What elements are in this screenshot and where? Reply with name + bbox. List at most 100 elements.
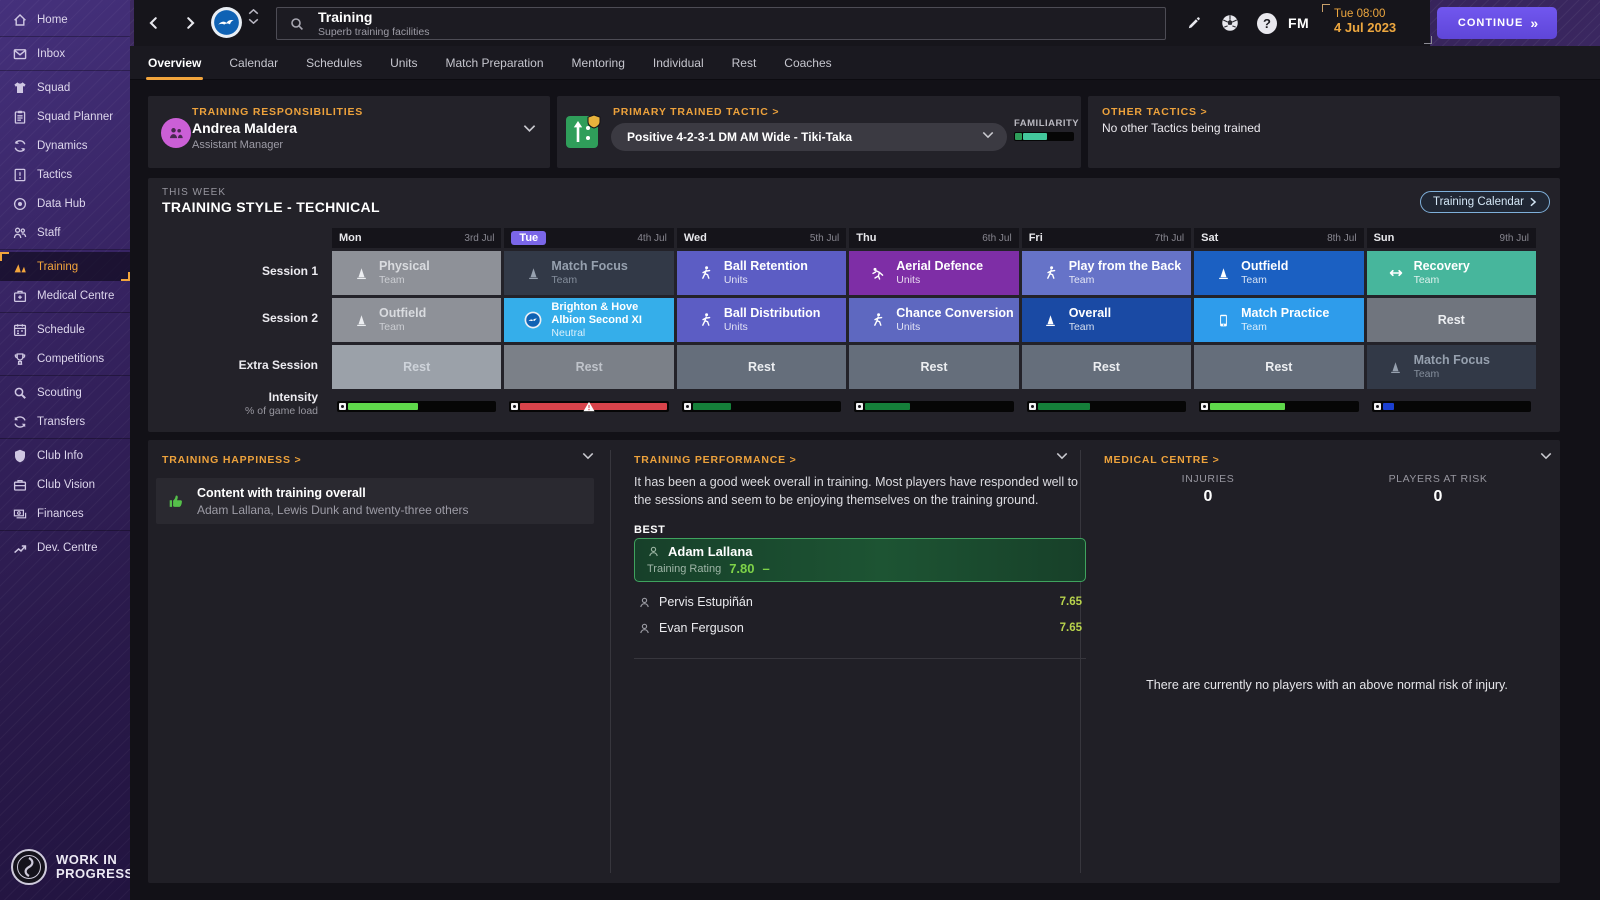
sidebar-item-staff[interactable]: Staff [0, 218, 130, 247]
sidebar-separator [0, 70, 130, 71]
intensity-sun [1367, 395, 1536, 417]
session-cell-sun-extra[interactable]: Match Focus Team [1366, 345, 1536, 389]
cones-icon [12, 259, 28, 275]
sidebar-item-squad[interactable]: Squad [0, 73, 130, 102]
dynamics-icon [12, 138, 28, 154]
tab-overview[interactable]: Overview [145, 56, 204, 80]
medical-centre-heading: MEDICAL CENTRE > [1104, 454, 1220, 466]
chevron-up-icon [248, 9, 259, 15]
sidebar-item-dev-centre[interactable]: Dev. Centre [0, 533, 130, 562]
rest-cell-mon-extra[interactable]: Rest [332, 345, 502, 389]
intensity-sat [1194, 395, 1363, 417]
tab-match-preparation[interactable]: Match Preparation [445, 56, 543, 70]
session-cell-fri-2[interactable]: Overall Team [1021, 298, 1192, 342]
sidebar-item-squad-planner[interactable]: Squad Planner [0, 102, 130, 131]
sidebar-item-label: Tactics [37, 168, 73, 181]
sidebar-item-medical-centre[interactable]: Medical Centre [0, 281, 130, 310]
day-header-tue: Tue 4th Jul [504, 228, 674, 248]
intensity-wed [677, 395, 846, 417]
sidebar-item-club-info[interactable]: Club Info [0, 441, 130, 470]
chevron-down-icon[interactable] [1540, 452, 1552, 460]
intensity-fri [1022, 395, 1191, 417]
session-cell-sun-1[interactable]: Recovery Team [1366, 251, 1536, 295]
sidebar-separator [0, 530, 130, 531]
sidebar-item-transfers[interactable]: Transfers [0, 407, 130, 436]
session-cell-wed-2[interactable]: Ball Distribution Units [676, 298, 847, 342]
edit-button[interactable] [1183, 13, 1203, 33]
session-cell-mon-2[interactable]: Outfield Team [332, 298, 502, 342]
tab-coaches[interactable]: Coaches [784, 56, 831, 70]
sidebar-item-finances[interactable]: Finances [0, 499, 130, 528]
magnifier-icon [12, 385, 28, 401]
day-header-fri: Fri 7th Jul [1021, 228, 1192, 248]
sidebar-item-inbox[interactable]: Inbox [0, 39, 130, 68]
sidebar-item-label: Scouting [37, 386, 82, 399]
performance-row[interactable]: Pervis Estupiñán 7.65 [634, 590, 1086, 614]
session-cell-thu-2[interactable]: Chance Conversion Units [849, 298, 1019, 342]
responsible-staff-role: Assistant Manager [192, 139, 284, 151]
load-icon [511, 402, 519, 410]
sidebar-item-scouting[interactable]: Scouting [0, 378, 130, 407]
continue-chevron-icon: » [1530, 15, 1538, 31]
training-happiness-heading: TRAINING HAPPINESS > [162, 454, 302, 466]
tab-mentoring[interactable]: Mentoring [572, 56, 625, 70]
help-button[interactable]: ? [1257, 12, 1277, 34]
match-cell-tue[interactable]: Brighton & Hove Albion Second XI Neutral [504, 298, 674, 342]
continue-button[interactable]: CONTINUE» [1437, 7, 1557, 39]
training-responsibilities-panel[interactable]: TRAINING RESPONSIBILITIES Andrea Maldera… [148, 96, 550, 168]
walking-player-icon [697, 265, 715, 281]
rest-cell-sun-2[interactable]: Rest [1366, 298, 1536, 342]
sidebar-item-label: Club Vision [37, 478, 95, 491]
rest-cell-thu-extra[interactable]: Rest [849, 345, 1019, 389]
tab-units[interactable]: Units [390, 56, 417, 70]
rest-cell-wed-extra[interactable]: Rest [676, 345, 847, 389]
chevron-down-icon[interactable] [582, 452, 594, 460]
sidebar-item-dynamics[interactable]: Dynamics [0, 131, 130, 160]
horizontal-divider [634, 658, 1086, 659]
session-cell-fri-1[interactable]: Play from the Back Team [1021, 251, 1192, 295]
session-cell-sat-1[interactable]: Outfield Team [1194, 251, 1364, 295]
sidebar-item-schedule[interactable]: Schedule [0, 315, 130, 344]
tactic-dropdown[interactable]: Positive 4-2-3-1 DM AM Wide - Tiki-Taka [611, 123, 1007, 151]
back-button[interactable] [144, 13, 164, 33]
rest-cell-sat-extra[interactable]: Rest [1194, 345, 1364, 389]
medical-bag-icon [12, 288, 28, 304]
other-tactics-panel: OTHER TACTICS > No other Tactics being t… [1088, 96, 1560, 168]
question-icon: ? [1257, 12, 1277, 34]
search-box[interactable]: Training Superb training facilities [276, 7, 1166, 40]
session-cell-tue-1[interactable]: Match Focus Team [504, 251, 674, 295]
training-calendar-button[interactable]: Training Calendar [1420, 191, 1550, 213]
tab-schedules[interactable]: Schedules [306, 56, 362, 70]
happiness-item-players: Adam Lallana, Lewis Dunk and twenty-thre… [197, 502, 469, 517]
club-switcher[interactable] [248, 9, 259, 24]
chevron-down-icon[interactable] [1056, 452, 1068, 460]
sidebar-item-competitions[interactable]: Competitions [0, 344, 130, 373]
calendar-icon [12, 322, 28, 338]
session-cell-mon-1[interactable]: Physical Team [332, 251, 502, 295]
forward-button[interactable] [180, 13, 200, 33]
club-badge-brighton[interactable] [210, 6, 243, 39]
sidebar-item-training[interactable]: Training [0, 252, 130, 281]
tab-individual[interactable]: Individual [653, 56, 704, 70]
tab-calendar[interactable]: Calendar [229, 56, 278, 70]
session-cell-wed-1[interactable]: Ball Retention Units [676, 251, 847, 295]
performance-row[interactable]: Evan Ferguson 7.65 [634, 616, 1086, 640]
row-label-intensity: Intensity [268, 390, 318, 404]
load-icon [1201, 402, 1209, 410]
session-cell-thu-1[interactable]: Aerial Defence Units [849, 251, 1019, 295]
happiness-item[interactable]: Content with training overall Adam Lalla… [156, 478, 594, 524]
best-player-card[interactable]: Adam Lallana Training Rating 7.80 – [634, 538, 1086, 582]
sidebar-item-home[interactable]: Home [0, 5, 130, 34]
world-football-button[interactable] [1220, 13, 1240, 33]
session-cell-sat-2[interactable]: Match Practice Team [1194, 298, 1364, 342]
intensity-thu [849, 395, 1018, 417]
tactic-dropdown-value: Positive 4-2-3-1 DM AM Wide - Tiki-Taka [627, 130, 853, 144]
rest-cell-fri-extra[interactable]: Rest [1021, 345, 1192, 389]
rest-cell-tue-extra[interactable]: Rest [504, 345, 674, 389]
sidebar-item-tactics[interactable]: Tactics [0, 160, 130, 189]
day-header-mon: Mon 3rd Jul [332, 228, 502, 248]
tab-rest[interactable]: Rest [732, 56, 757, 70]
vertical-divider [610, 450, 611, 873]
sidebar-item-club-vision[interactable]: Club Vision [0, 470, 130, 499]
sidebar-item-data-hub[interactable]: Data Hub [0, 189, 130, 218]
